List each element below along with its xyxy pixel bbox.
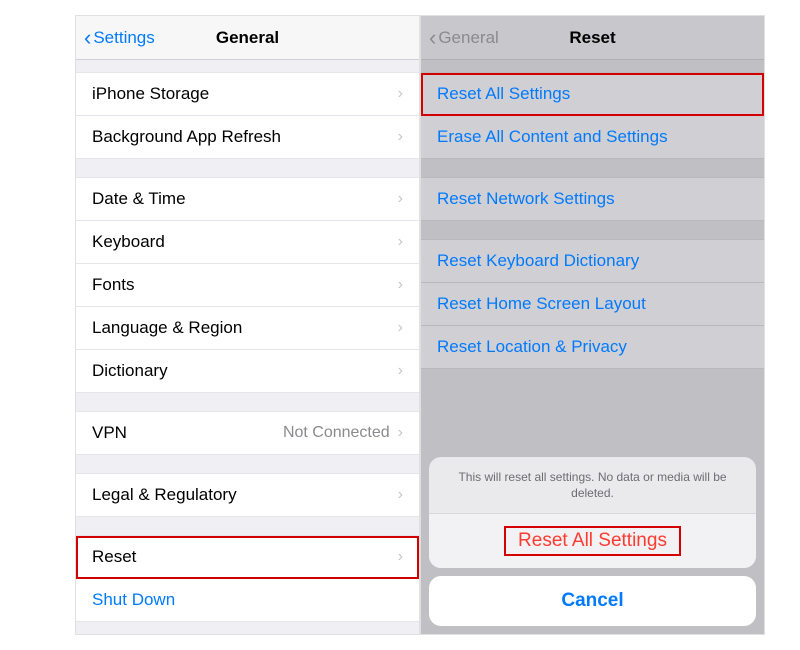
row-reset-keyboard-dictionary[interactable]: Reset Keyboard Dictionary bbox=[421, 240, 764, 283]
row-fonts[interactable]: Fonts › bbox=[76, 264, 419, 307]
row-label: Erase All Content and Settings bbox=[437, 127, 748, 147]
row-label: Reset Keyboard Dictionary bbox=[437, 251, 748, 271]
row-iphone-storage[interactable]: iPhone Storage › bbox=[76, 73, 419, 116]
row-shut-down[interactable]: Shut Down bbox=[76, 579, 419, 621]
destructive-label: Reset All Settings bbox=[506, 528, 679, 554]
back-to-settings[interactable]: ‹ Settings bbox=[84, 27, 155, 49]
navbar-general: ‹ Settings General bbox=[76, 16, 419, 60]
row-label: Reset Home Screen Layout bbox=[437, 294, 748, 314]
row-label: iPhone Storage bbox=[92, 84, 398, 104]
row-dictionary[interactable]: Dictionary › bbox=[76, 350, 419, 392]
action-sheet: This will reset all settings. No data or… bbox=[421, 449, 764, 634]
action-sheet-destructive-button[interactable]: Reset All Settings bbox=[429, 514, 756, 568]
chevron-right-icon: › bbox=[398, 233, 403, 251]
row-label: VPN bbox=[92, 423, 283, 443]
group-storage: iPhone Storage › Background App Refresh … bbox=[76, 72, 419, 159]
action-sheet-card: This will reset all settings. No data or… bbox=[429, 457, 756, 568]
chevron-left-icon: ‹ bbox=[84, 27, 91, 49]
row-reset-network-settings[interactable]: Reset Network Settings bbox=[421, 178, 764, 220]
row-erase-all-content[interactable]: Erase All Content and Settings bbox=[421, 116, 764, 158]
back-to-general[interactable]: ‹ General bbox=[429, 27, 499, 49]
row-reset-all-settings[interactable]: Reset All Settings bbox=[421, 73, 764, 116]
group-reset-all: Reset All Settings Erase All Content and… bbox=[421, 72, 764, 159]
row-label: Background App Refresh bbox=[92, 127, 398, 147]
back-label: Settings bbox=[93, 28, 154, 48]
row-keyboard[interactable]: Keyboard › bbox=[76, 221, 419, 264]
row-reset[interactable]: Reset › bbox=[76, 536, 419, 579]
row-label: Fonts bbox=[92, 275, 398, 295]
chevron-right-icon: › bbox=[398, 486, 403, 504]
group-datetime: Date & Time › Keyboard › Fonts › Languag… bbox=[76, 177, 419, 393]
group-legal: Legal & Regulatory › bbox=[76, 473, 419, 517]
row-label: Shut Down bbox=[92, 590, 403, 610]
chevron-right-icon: › bbox=[398, 128, 403, 146]
row-date-time[interactable]: Date & Time › bbox=[76, 178, 419, 221]
row-label: Dictionary bbox=[92, 361, 398, 381]
chevron-right-icon: › bbox=[398, 362, 403, 380]
group-reset: Reset › Shut Down bbox=[76, 535, 419, 622]
back-label: General bbox=[438, 28, 498, 48]
action-sheet-message: This will reset all settings. No data or… bbox=[429, 457, 756, 514]
row-legal-regulatory[interactable]: Legal & Regulatory › bbox=[76, 474, 419, 516]
row-label: Date & Time bbox=[92, 189, 398, 209]
row-reset-location-privacy[interactable]: Reset Location & Privacy bbox=[421, 326, 764, 368]
chevron-right-icon: › bbox=[398, 319, 403, 337]
general-settings-screen: ‹ Settings General iPhone Storage › Back… bbox=[75, 15, 420, 635]
cancel-label: Cancel bbox=[561, 590, 623, 611]
row-language-region[interactable]: Language & Region › bbox=[76, 307, 419, 350]
row-label: Reset Network Settings bbox=[437, 189, 748, 209]
chevron-right-icon: › bbox=[398, 85, 403, 103]
row-label: Legal & Regulatory bbox=[92, 485, 398, 505]
row-label: Reset Location & Privacy bbox=[437, 337, 748, 357]
group-reset-network: Reset Network Settings bbox=[421, 177, 764, 221]
action-sheet-cancel-button[interactable]: Cancel bbox=[429, 576, 756, 626]
row-background-app-refresh[interactable]: Background App Refresh › bbox=[76, 116, 419, 158]
group-reset-other: Reset Keyboard Dictionary Reset Home Scr… bbox=[421, 239, 764, 369]
chevron-right-icon: › bbox=[398, 424, 403, 442]
row-label: Keyboard bbox=[92, 232, 398, 252]
navbar-reset: ‹ General Reset bbox=[421, 16, 764, 60]
page-title: General bbox=[216, 28, 279, 48]
chevron-right-icon: › bbox=[398, 190, 403, 208]
row-reset-home-screen-layout[interactable]: Reset Home Screen Layout bbox=[421, 283, 764, 326]
row-detail: Not Connected bbox=[283, 424, 390, 442]
row-label: Reset All Settings bbox=[437, 84, 748, 104]
page-title: Reset bbox=[569, 28, 615, 48]
row-label: Language & Region bbox=[92, 318, 398, 338]
reset-screen: ‹ General Reset Reset All Settings Erase… bbox=[420, 15, 765, 635]
chevron-left-icon: ‹ bbox=[429, 27, 436, 49]
chevron-right-icon: › bbox=[398, 276, 403, 294]
chevron-right-icon: › bbox=[398, 548, 403, 566]
row-label: Reset bbox=[92, 547, 398, 567]
group-vpn: VPN Not Connected › bbox=[76, 411, 419, 455]
row-vpn[interactable]: VPN Not Connected › bbox=[76, 412, 419, 454]
